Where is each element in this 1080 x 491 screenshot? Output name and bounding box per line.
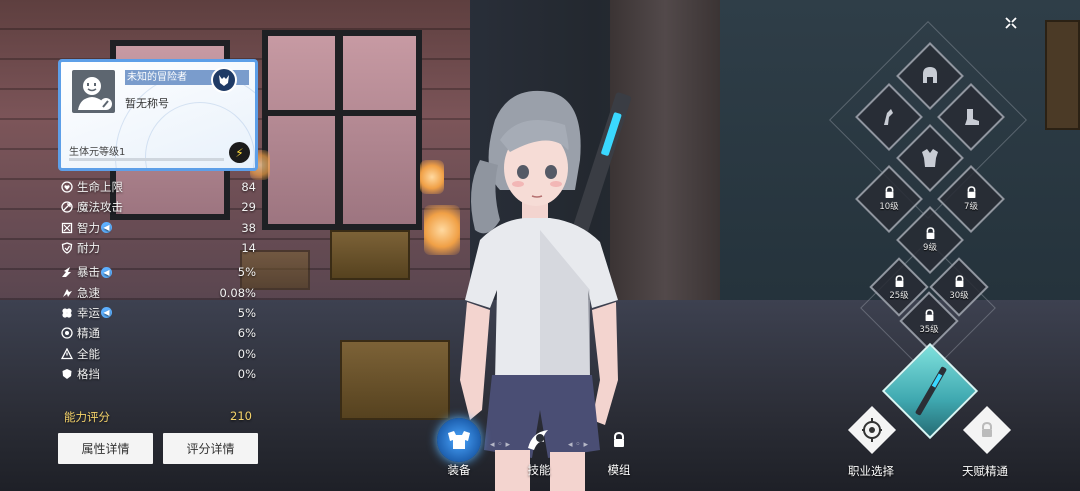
stat-row: 全能 0% (60, 343, 256, 363)
magic-attack-icon (60, 201, 73, 214)
stat-value: 5% (237, 305, 256, 320)
lightning-icon: ⚡ (235, 145, 244, 160)
tab-label: 技能 (527, 463, 551, 477)
stat-label: 魔法攻击 (77, 200, 123, 215)
slot-level: 9级 (923, 243, 937, 253)
slot-level: 10级 (879, 202, 899, 212)
stat-value: 14 (241, 241, 256, 256)
info-icon[interactable]: ◀ (101, 307, 112, 319)
crate (330, 230, 410, 280)
stat-row: 生命上限 84 (60, 177, 256, 197)
class-emblem-icon (862, 418, 882, 442)
close-icon[interactable] (1002, 14, 1020, 32)
tab-label: 装备 (447, 463, 471, 477)
stat-value: 38 (241, 220, 256, 235)
tab-module[interactable]: 模组 (597, 418, 641, 478)
lock-icon (967, 186, 975, 198)
score-details-button[interactable]: 评分详情 (163, 433, 258, 464)
luck-icon (60, 306, 73, 319)
stats-list: 生命上限 84 魔法攻击 29 智力 ◀ 38 耐力 14 暴击 ◀ 5% 急速 0… (60, 177, 256, 384)
stat-value: 0% (237, 366, 256, 381)
tab-skill[interactable]: 技能 (517, 418, 561, 478)
crate (340, 340, 450, 420)
player-title: 暂无称号 (125, 97, 169, 110)
lock-icon (926, 227, 934, 239)
stat-label: 幸运 (77, 305, 100, 320)
stat-row[interactable]: 智力 ◀ 38 (60, 218, 256, 238)
window-beam (335, 30, 343, 240)
window-beam (262, 110, 422, 116)
locked-slot: 7级 (947, 175, 995, 223)
shelf (1045, 20, 1080, 130)
tab-equipment[interactable]: 装备 (437, 418, 481, 478)
weapon-icon (915, 366, 947, 416)
stat-row: 耐力 14 (60, 238, 256, 258)
stat-value: 0.08% (219, 285, 256, 300)
stat-label: 耐力 (77, 241, 100, 256)
stat-label: 生命上限 (77, 180, 123, 195)
tab-separator: ◂ ◦ ▸ (568, 440, 589, 450)
boots-icon (947, 93, 995, 141)
stat-row[interactable]: 幸运 ◀ 5% (60, 303, 256, 323)
avatar[interactable] (72, 70, 115, 113)
stat-label: 暴击 (77, 265, 100, 280)
info-icon[interactable]: ◀ (101, 222, 112, 234)
skill-tab-icon (517, 418, 561, 462)
attribute-details-button[interactable]: 属性详情 (58, 433, 153, 464)
locked-slot: 9级 (906, 216, 954, 264)
versatility-icon (60, 347, 73, 360)
lock-icon (955, 275, 963, 287)
info-icon[interactable]: ◀ (101, 266, 112, 278)
shield-icon (60, 242, 73, 255)
score-label: 能力评分 (64, 410, 110, 424)
lock-icon (895, 275, 903, 287)
mastery-icon (60, 327, 73, 340)
haste-icon (60, 286, 73, 299)
crit-icon (60, 266, 73, 279)
guild-badge-icon[interactable] (211, 67, 237, 93)
lock-icon (885, 186, 893, 198)
class-select-label: 职业选择 (848, 464, 894, 478)
stat-row: 急速 0.08% (60, 282, 256, 302)
stat-value: 84 (241, 180, 256, 195)
profile-card[interactable]: 未知的冒险者 暂无称号 生体元等级1 ⚡ (58, 59, 258, 171)
stat-label: 全能 (77, 346, 100, 361)
user-avatar-icon (78, 77, 112, 110)
stat-row[interactable]: 暴击 ◀ 5% (60, 262, 256, 282)
locked-slot: 35级 (905, 298, 953, 346)
stat-value: 5% (237, 265, 256, 280)
stat-row: 魔法攻击 29 (60, 197, 256, 217)
block-icon (60, 367, 73, 380)
heart-icon (60, 181, 73, 194)
tab-label: 模组 (607, 463, 631, 477)
slot-level: 35级 (919, 325, 939, 335)
stat-label: 急速 (77, 285, 100, 300)
level-label: 生体元等级1 (69, 147, 126, 158)
equipment-tab-icon (437, 418, 481, 462)
lock-icon (982, 422, 992, 437)
stat-value: 0% (237, 346, 256, 361)
stat-label: 智力 (77, 220, 100, 235)
intellect-icon (60, 221, 73, 234)
tab-separator: ◂ ◦ ▸ (490, 440, 511, 450)
ability-score: 能力评分 210 (64, 409, 252, 425)
stat-row: 精通 6% (60, 323, 256, 343)
stat-row: 格挡 0% (60, 364, 256, 384)
stat-value: 29 (241, 200, 256, 215)
stat-value: 6% (237, 326, 256, 341)
level-progress-bar (69, 158, 224, 161)
score-value: 210 (230, 409, 252, 423)
lock-icon (597, 418, 641, 462)
slot-level: 7级 (964, 202, 978, 212)
lock-icon (925, 309, 933, 321)
stat-label: 格挡 (77, 366, 100, 381)
level-up-button[interactable]: ⚡ (229, 142, 250, 163)
stat-label: 精通 (77, 326, 100, 341)
talent-label: 天赋精通 (962, 464, 1008, 478)
